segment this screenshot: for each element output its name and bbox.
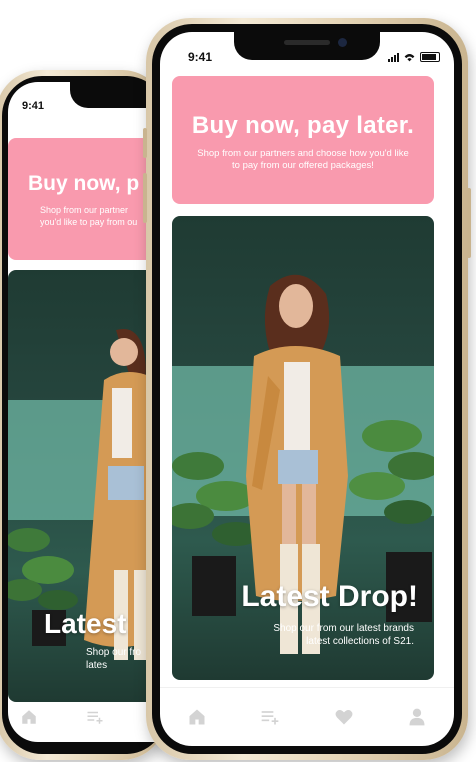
- tab-home[interactable]: [186, 706, 208, 728]
- phone-notch: [234, 32, 380, 60]
- home-icon: [22, 710, 36, 724]
- home-icon: [189, 709, 205, 725]
- tab-lists[interactable]: [259, 706, 281, 728]
- battery-icon: [420, 52, 440, 62]
- bottom-tab-bar: [160, 687, 454, 746]
- status-time: 9:41: [22, 100, 45, 112]
- banner-subtitle: Shop from our partners and choose how yo…: [197, 148, 409, 171]
- side-button: [467, 188, 471, 258]
- wifi-icon: [404, 54, 415, 62]
- phone-mockup-front: 9:41 Buy now, pay later. Shop from our p…: [143, 18, 471, 760]
- bnpl-banner[interactable]: Buy now, pay later. Shop from our partne…: [172, 76, 434, 204]
- banner-subtitle: Shop from our partner you'd like to pay f…: [40, 205, 138, 227]
- person-icon: [409, 708, 425, 726]
- hero-subtitle: Shop our fro lates: [86, 647, 142, 671]
- tab-lists[interactable]: [84, 706, 106, 728]
- hero-title: Latest Drop!: [241, 580, 418, 613]
- bottom-tab-bar: [8, 692, 158, 742]
- playlist-add-icon: [261, 711, 279, 725]
- heart-icon: [335, 710, 353, 725]
- banner-title: Buy now, p: [28, 172, 140, 195]
- tab-favorites[interactable]: [333, 706, 355, 728]
- latest-drop-card[interactable]: Latest Shop our fro lates: [8, 270, 158, 702]
- status-icons: [388, 52, 440, 62]
- speaker-grille: [284, 40, 330, 45]
- playlist-add-icon: [87, 711, 103, 724]
- volume-button: [143, 173, 147, 223]
- status-time: 9:41: [188, 50, 213, 64]
- volume-button: [143, 128, 147, 158]
- latest-drop-card[interactable]: Latest Drop! Shop our from our latest br…: [172, 216, 434, 680]
- tab-home[interactable]: [18, 706, 40, 728]
- banner-title: Buy now, pay later.: [191, 112, 415, 139]
- tab-profile[interactable]: [406, 706, 428, 728]
- cellular-signal-icon: [388, 52, 399, 62]
- hero-title: Latest: [44, 608, 127, 639]
- phone-screen: 9:41 Buy now, pay later. Shop from our p…: [160, 32, 454, 746]
- phone-screen: 9:41 Buy now, p Shop from our partner you…: [8, 82, 158, 742]
- hero-subtitle: Shop our from our latest brands latest co…: [273, 623, 414, 647]
- bnpl-banner[interactable]: Buy now, p Shop from our partner you'd li…: [8, 138, 158, 260]
- camera-dot: [338, 38, 347, 47]
- phone-mockup-back: 9:41 Buy now, p Shop from our partner you…: [0, 70, 166, 760]
- phone-notch: [70, 82, 158, 108]
